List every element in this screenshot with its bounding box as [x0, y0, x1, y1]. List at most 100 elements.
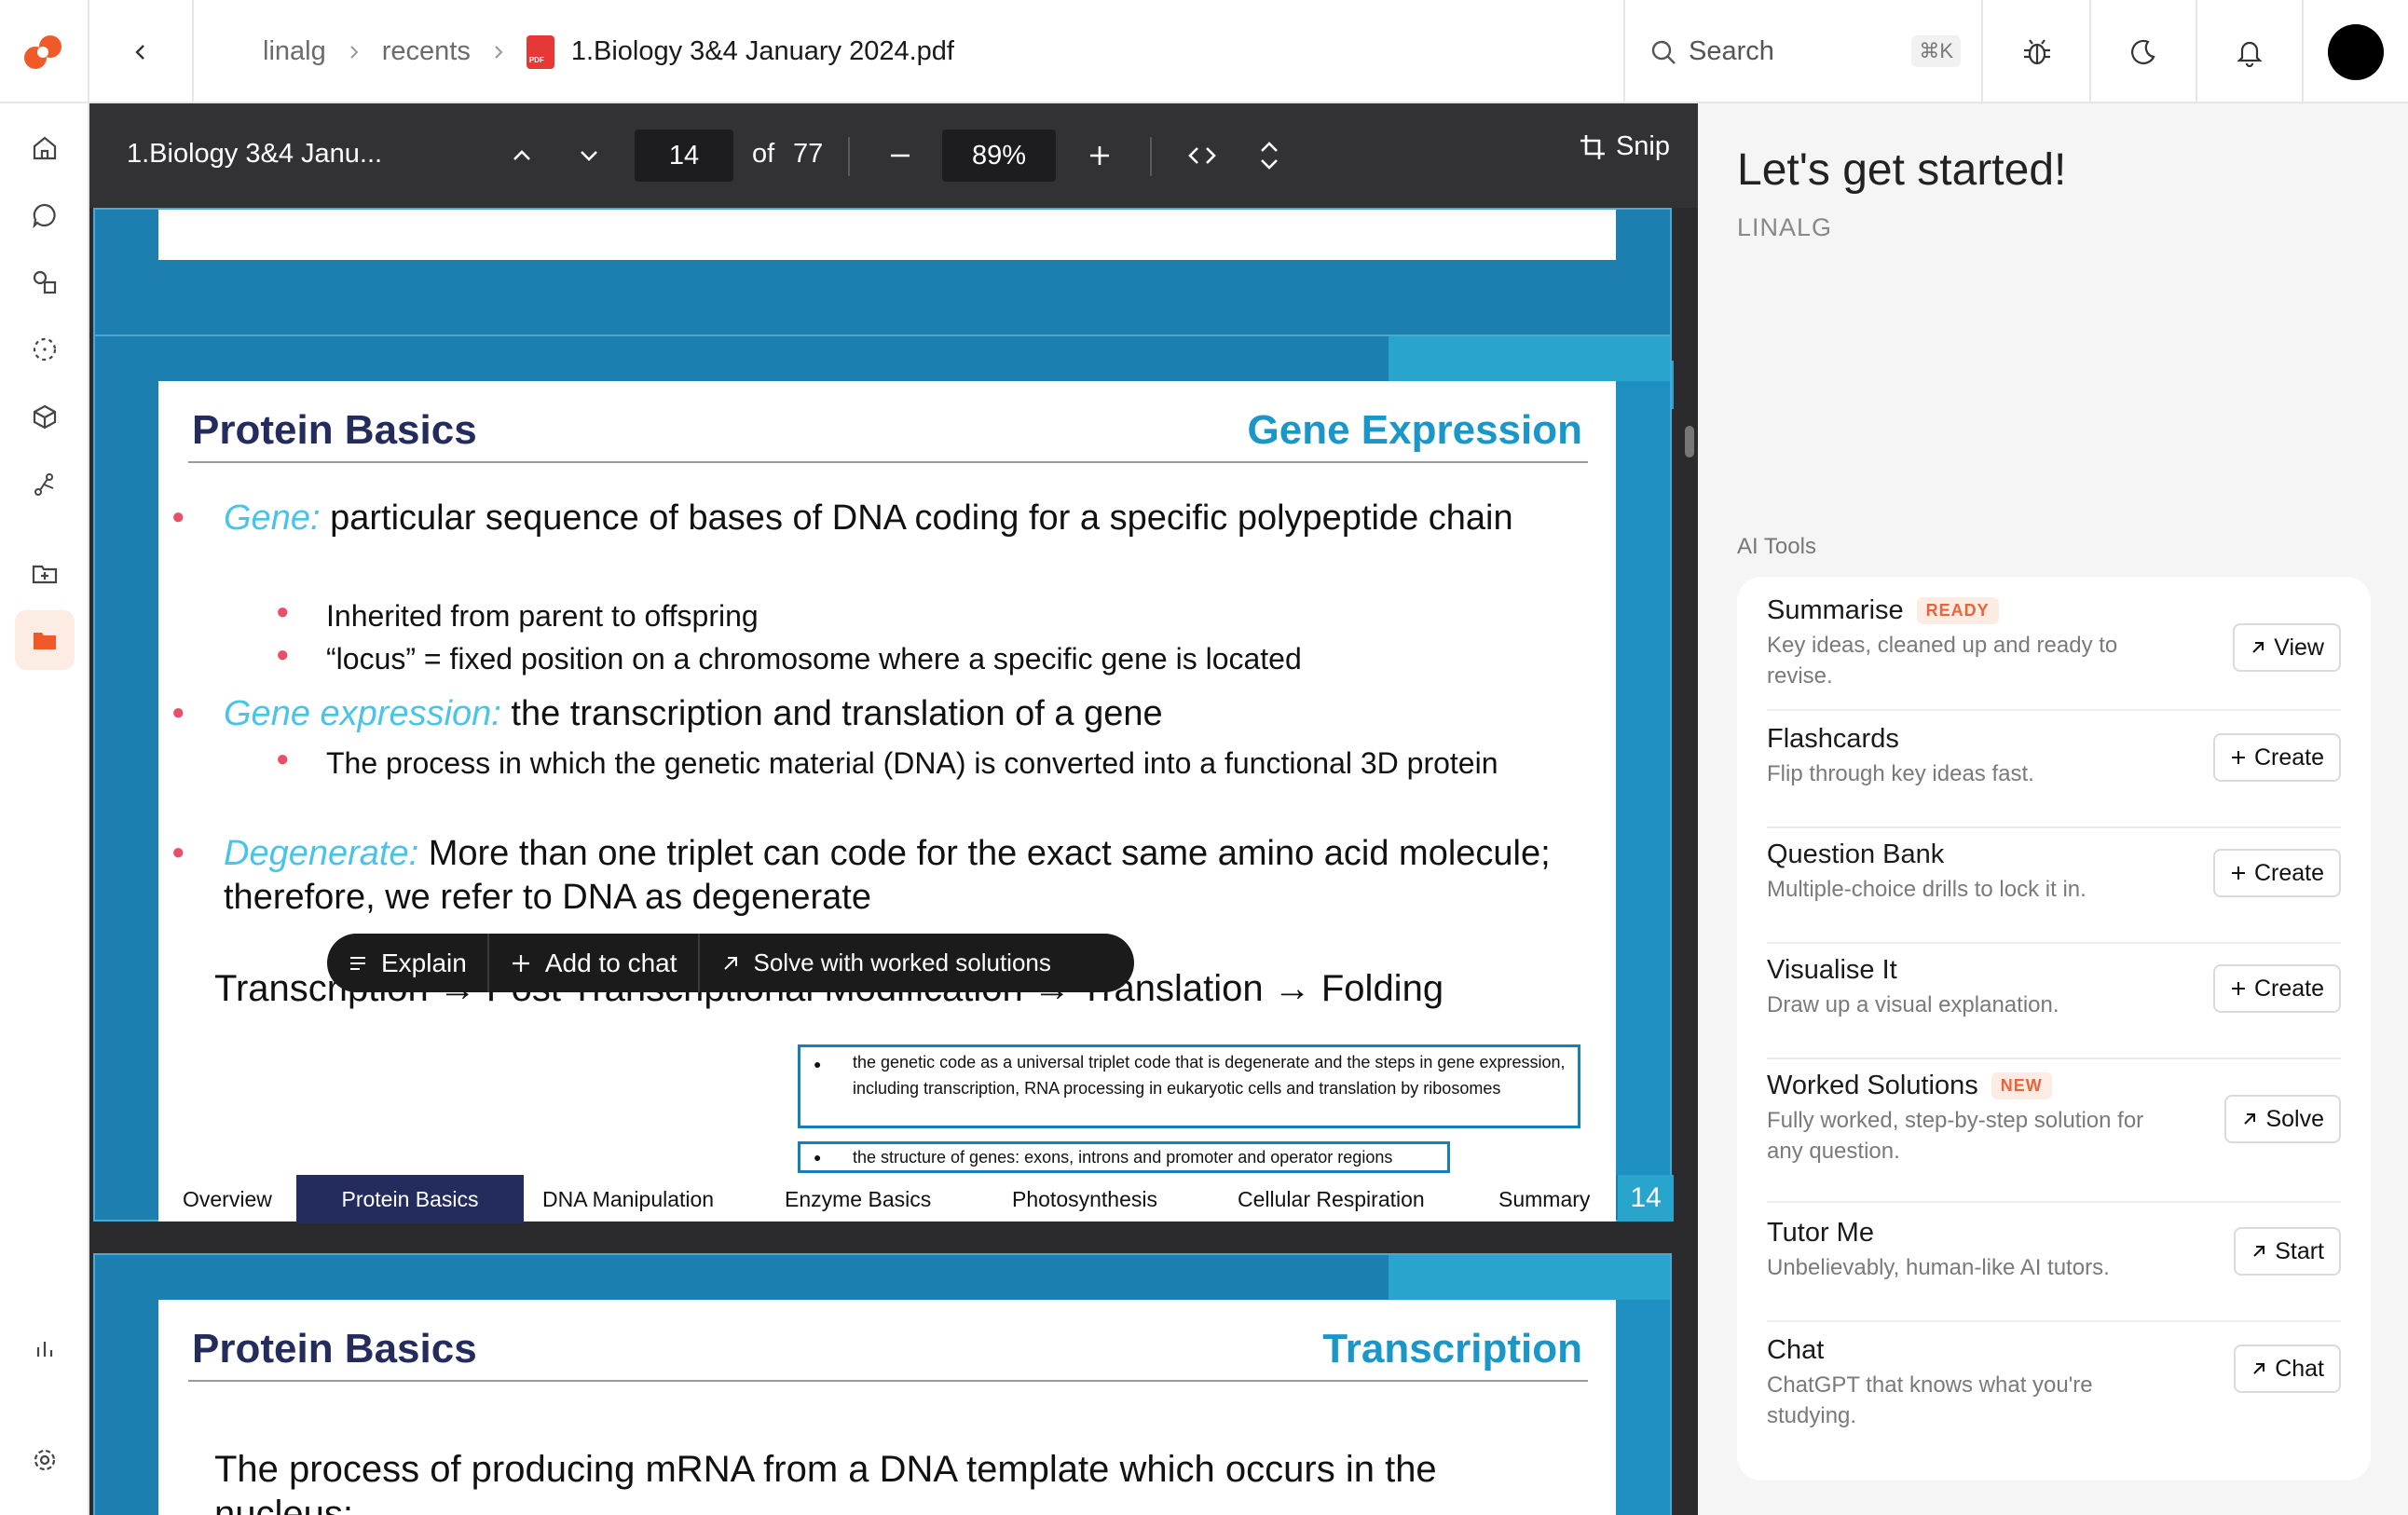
solve-button[interactable]: Solve	[2224, 1095, 2341, 1143]
breadcrumb: linalg recents 1.Biology 3&4 January 202…	[263, 0, 954, 103]
plus-icon	[2231, 867, 2245, 880]
chevron-right-icon	[347, 42, 362, 62]
slide-body-text: The process of producing mRNA from a DNA…	[214, 1449, 1437, 1515]
document-name: 1.Biology 3&4 January 2024.pdf	[570, 36, 954, 66]
crop-icon	[1580, 134, 1605, 159]
zoom-in-button[interactable]	[1074, 130, 1126, 182]
graph-nav-button[interactable]	[15, 454, 75, 513]
pdf-viewer: 1.Biology 3&4 Janu... 14 of 77 89% Snip	[89, 103, 1698, 1515]
create-visual-button[interactable]: Create	[2212, 964, 2341, 1013]
view-button[interactable]: View	[2233, 623, 2341, 672]
term-gene-expression: Gene expression:	[224, 694, 501, 733]
slide-nav-item[interactable]: Overview	[183, 1175, 272, 1223]
start-tutor-button[interactable]: Start	[2234, 1227, 2341, 1276]
explain-button[interactable]: Explain	[327, 934, 487, 992]
cube-icon	[33, 404, 57, 430]
slide-14: Protein Basics Gene Expression ● Gene: p…	[93, 334, 1674, 1223]
create-flashcards-button[interactable]: Create	[2212, 733, 2341, 782]
bug-report-button[interactable]	[1985, 0, 2091, 103]
tool-flashcards: Flashcards Flip through key ideas fast. …	[1767, 724, 2341, 828]
chevron-up-icon	[513, 150, 530, 160]
slide-nav-item[interactable]: Enzyme Basics	[785, 1175, 931, 1223]
fit-height-button[interactable]	[1243, 130, 1295, 182]
slide-nav-item[interactable]: Photosynthesis	[1012, 1175, 1157, 1223]
cube-nav-button[interactable]	[15, 387, 75, 446]
slide-nav-item[interactable]: Cellular Respiration	[1238, 1175, 1425, 1223]
sub-bullet: ● Inherited from parent to offspring	[276, 599, 759, 633]
chat-button[interactable]: Chat	[2234, 1344, 2341, 1393]
arrow-up-right-icon	[2253, 1363, 2265, 1374]
tool-visualise-it: Visualise It Draw up a visual explanatio…	[1767, 955, 2341, 1059]
left-rail	[0, 103, 89, 1515]
term-gene: Gene:	[224, 498, 321, 538]
scrollbar-thumb[interactable]	[1685, 426, 1694, 457]
analytics-nav-button[interactable]	[15, 1318, 75, 1378]
viewer-title: 1.Biology 3&4 Janu...	[127, 139, 383, 169]
fit-width-button[interactable]	[1176, 130, 1228, 182]
study-design-box: ● the genetic code as a universal triplet…	[798, 1044, 1580, 1128]
slide-nav-item[interactable]: Summary	[1498, 1175, 1590, 1223]
new-badge: NEW	[1991, 1072, 2052, 1099]
of-label: of	[752, 139, 775, 169]
lines-icon	[350, 956, 365, 970]
search-button[interactable]: Search ⌘K	[1623, 0, 1983, 103]
plus-icon	[2231, 982, 2245, 995]
slide-15: Protein Basics Transcription The process…	[93, 1253, 1672, 1515]
shapes-nav-button[interactable]	[15, 252, 75, 312]
page-number-input[interactable]: 14	[635, 130, 733, 182]
panel-title: Let's get started!	[1737, 145, 2067, 195]
bullet-gene-expression: ● Gene expression: the transcription and…	[171, 694, 1163, 733]
logo-icon	[24, 34, 62, 69]
folder-icon	[34, 633, 56, 649]
breadcrumb-recents[interactable]: recents	[382, 36, 471, 67]
dashed-circle-icon	[33, 337, 57, 362]
selection-action-menu: Explain Add to chat Solve with worked so…	[327, 934, 1134, 992]
study-design-box: ● the structure of genes: exons, introns …	[798, 1141, 1450, 1173]
pdf-file-icon	[526, 34, 554, 69]
panel-subtitle: LINALG	[1737, 213, 1833, 241]
back-button[interactable]	[89, 0, 194, 103]
chat-nav-button[interactable]	[15, 185, 75, 245]
slide-14-body: Protein Basics Gene Expression ● Gene: p…	[158, 381, 1616, 1175]
arrow-up-right-icon	[2244, 1113, 2256, 1125]
slide-subtitle: Gene Expression	[1247, 407, 1582, 453]
section-label: AI Tools	[1737, 534, 1816, 559]
avatar[interactable]	[2328, 24, 2384, 80]
app-logo[interactable]	[0, 0, 89, 103]
next-page-button[interactable]	[563, 130, 615, 182]
slide-title: Protein Basics	[192, 1326, 477, 1372]
arrow-up-right-icon	[723, 956, 737, 970]
new-folder-button[interactable]	[15, 543, 75, 603]
create-question-bank-button[interactable]: Create	[2212, 849, 2341, 897]
zoom-out-button[interactable]	[874, 130, 926, 182]
slide-nav-item[interactable]: DNA Manipulation	[542, 1175, 714, 1223]
shapes-icon	[33, 270, 57, 294]
folders-nav-button[interactable]	[15, 610, 75, 670]
home-button[interactable]	[15, 118, 75, 178]
dashed-circle-nav-button[interactable]	[15, 320, 75, 379]
top-bar: linalg recents 1.Biology 3&4 January 202…	[0, 0, 2408, 103]
solve-worked-solutions-button[interactable]: Solve with worked solutions	[697, 934, 1072, 992]
tool-question-bank: Question Bank Multiple-choice drills to …	[1767, 839, 2341, 944]
bar-chart-icon	[36, 1342, 53, 1357]
settings-button[interactable]	[15, 1430, 75, 1490]
slide-nav-item-active[interactable]: Protein Basics	[296, 1175, 524, 1223]
tool-tutor-me: Tutor Me Unbelievably, human-like AI tut…	[1767, 1218, 2341, 1322]
breadcrumb-document[interactable]: 1.Biology 3&4 January 2024.pdf	[526, 34, 954, 69]
moon-icon	[2131, 39, 2155, 64]
arrow-up-right-icon	[2253, 1246, 2265, 1257]
bug-icon	[2024, 38, 2050, 64]
previous-page-button[interactable]	[496, 130, 548, 182]
minus-icon	[891, 154, 910, 157]
snip-button[interactable]: Snip	[1579, 131, 1670, 162]
notifications-button[interactable]	[2197, 0, 2304, 103]
divider	[848, 137, 850, 176]
plus-icon	[1090, 146, 1109, 165]
breadcrumb-linalg[interactable]: linalg	[263, 36, 326, 67]
zoom-level[interactable]: 89%	[942, 130, 1056, 182]
bullet-degenerate: ● Degenerate: More than one triplet can …	[171, 834, 1551, 917]
dark-mode-toggle[interactable]	[2091, 0, 2197, 103]
slide-header-band	[95, 336, 1670, 381]
add-to-chat-button[interactable]: Add to chat	[486, 934, 698, 992]
chevron-left-icon	[135, 44, 144, 60]
